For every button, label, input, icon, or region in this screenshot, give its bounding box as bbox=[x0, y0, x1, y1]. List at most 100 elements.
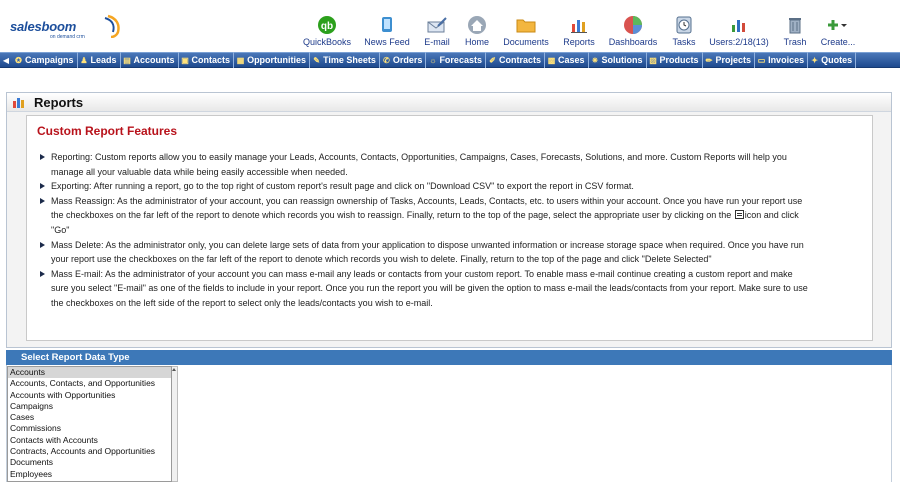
tab-products[interactable]: ▨ Products bbox=[647, 52, 703, 68]
tab-campaigns[interactable]: ✪ Campaigns bbox=[12, 52, 78, 68]
tab-accounts[interactable]: ▤ Accounts bbox=[121, 52, 179, 68]
tab-projects[interactable]: ✏ Projects bbox=[703, 52, 756, 68]
listbox-scrollbar[interactable] bbox=[172, 366, 178, 482]
documents-icon bbox=[515, 15, 537, 35]
list-item[interactable]: Cases bbox=[8, 412, 171, 423]
list-item[interactable]: Accounts bbox=[8, 367, 171, 379]
users-icon bbox=[728, 15, 750, 35]
time-sheets-icon: ✎ bbox=[313, 55, 320, 65]
trash-icon bbox=[784, 15, 806, 35]
list-item[interactable]: Campaigns bbox=[8, 401, 171, 412]
tab-campaigns-label: Campaigns bbox=[25, 55, 74, 65]
nav-home[interactable]: Home bbox=[463, 0, 491, 50]
salesboom-logo[interactable]: salesboom on demand crm bbox=[10, 12, 120, 42]
tab-opportunities[interactable]: ▦ Opportunities bbox=[234, 52, 311, 68]
tab-leads[interactable]: ♟ Leads bbox=[78, 52, 121, 68]
nav-dashboards-label: Dashboards bbox=[608, 37, 658, 47]
accounts-icon: ▤ bbox=[123, 55, 131, 65]
logo-swoosh-icon bbox=[104, 14, 120, 38]
forecasts-icon: ☼ bbox=[429, 55, 437, 65]
tab-quotes[interactable]: ✦ Quotes bbox=[808, 52, 857, 68]
feature-reporting: Reporting: Custom reports allow you to e… bbox=[39, 150, 809, 179]
nav-users-label: Users:2/18(13) bbox=[709, 37, 769, 47]
logo-tagline: on demand crm bbox=[50, 34, 85, 40]
quotes-icon: ✦ bbox=[811, 55, 818, 65]
tasks-icon bbox=[673, 15, 695, 35]
tab-leads-label: Leads bbox=[90, 55, 117, 65]
list-item[interactable]: Contacts with Accounts bbox=[8, 435, 171, 446]
tab-solutions-label: Solutions bbox=[601, 55, 643, 65]
reports-icon bbox=[568, 15, 590, 35]
tab-invoices[interactable]: ▭ Invoices bbox=[755, 52, 809, 68]
nav-tasks-label: Tasks bbox=[672, 37, 696, 47]
list-item[interactable]: Commissions bbox=[8, 423, 171, 434]
nav-reports[interactable]: Reports bbox=[563, 0, 595, 50]
nav-create-label: Create... bbox=[820, 37, 856, 47]
tab-projects-label: Projects bbox=[715, 55, 752, 65]
tab-accounts-label: Accounts bbox=[133, 55, 175, 65]
contracts-icon: ✐ bbox=[489, 55, 496, 65]
tab-time-sheets[interactable]: ✎ Time Sheets bbox=[310, 52, 380, 68]
campaigns-icon: ✪ bbox=[15, 55, 22, 65]
nav-news-feed-label: News Feed bbox=[364, 37, 410, 47]
logo-text-sales: sales bbox=[10, 19, 42, 34]
reports-header-icon bbox=[13, 98, 24, 108]
nav-trash-label: Trash bbox=[783, 37, 807, 47]
reports-panel: Reports Custom Report Features Reporting… bbox=[6, 92, 892, 348]
tab-contracts-label: Contracts bbox=[498, 55, 541, 65]
leads-icon: ♟ bbox=[80, 55, 88, 65]
nav-email[interactable]: E-mail bbox=[421, 0, 453, 50]
user-list-icon bbox=[734, 210, 744, 220]
nav-documents[interactable]: Documents bbox=[502, 0, 550, 50]
create-icon bbox=[827, 15, 849, 35]
feature-mass-reassign: Mass Reassign: As the administrator of y… bbox=[39, 194, 809, 238]
nav-quickbooks-label: QuickBooks bbox=[302, 37, 352, 47]
logo-text-boom: boom bbox=[41, 19, 77, 34]
home-icon bbox=[466, 15, 488, 35]
list-item[interactable]: Accounts with Opportunities bbox=[8, 390, 171, 401]
nav-users[interactable]: Users:2/18(13) bbox=[708, 0, 770, 50]
tabs-scroll-left-icon[interactable]: ◀ bbox=[0, 56, 12, 65]
list-item[interactable]: Contracts, Accounts and Opportunities bbox=[8, 446, 171, 457]
tab-contacts[interactable]: ▣ Contacts bbox=[179, 52, 235, 68]
nav-email-label: E-mail bbox=[424, 37, 450, 47]
report-data-type-listbox[interactable]: Accounts Accounts, Contacts, and Opportu… bbox=[7, 366, 172, 482]
nav-home-label: Home bbox=[464, 37, 489, 47]
report-data-type-header: Select Report Data Type bbox=[6, 350, 892, 365]
features-heading: Custom Report Features bbox=[37, 124, 178, 138]
nav-tasks[interactable]: Tasks bbox=[670, 0, 698, 50]
module-tab-bar: ◀ ✪ Campaigns ♟ Leads ▤ Accounts ▣ Contacts … bbox=[0, 52, 900, 68]
scroll-up-icon[interactable] bbox=[172, 368, 176, 371]
list-item[interactable]: Accounts, Contacts, and Opportunities bbox=[8, 378, 171, 389]
list-item[interactable]: Employees bbox=[8, 469, 171, 480]
nav-create[interactable]: Create... bbox=[818, 0, 858, 50]
tab-forecasts[interactable]: ☼ Forecasts bbox=[426, 52, 486, 68]
tab-products-label: Products bbox=[659, 55, 699, 65]
list-item[interactable]: Documents bbox=[8, 457, 171, 468]
tab-contracts[interactable]: ✐ Contracts bbox=[486, 52, 545, 68]
tab-orders-label: Orders bbox=[392, 55, 423, 65]
tab-quotes-label: Quotes bbox=[821, 55, 853, 65]
tab-cases[interactable]: ▩ Cases bbox=[545, 52, 589, 68]
tab-orders[interactable]: ✆ Orders bbox=[380, 52, 427, 68]
top-header: salesboom on demand crm qb QuickBooks Ne… bbox=[0, 0, 900, 52]
contacts-icon: ▣ bbox=[181, 55, 189, 65]
features-list: Reporting: Custom reports allow you to e… bbox=[39, 150, 809, 311]
tab-cases-label: Cases bbox=[557, 55, 585, 65]
nav-reports-label: Reports bbox=[563, 37, 595, 47]
nav-trash[interactable]: Trash bbox=[780, 0, 810, 50]
feature-exporting: Exporting: After running a report, go to… bbox=[39, 179, 809, 194]
reports-panel-header: Reports bbox=[7, 93, 891, 112]
nav-dashboards[interactable]: Dashboards bbox=[608, 0, 658, 50]
quickbooks-icon: qb bbox=[316, 15, 338, 35]
nav-quickbooks[interactable]: qb QuickBooks bbox=[302, 0, 352, 50]
nav-news-feed[interactable]: News Feed bbox=[361, 0, 413, 50]
custom-report-features-box: Custom Report Features Reporting: Custom… bbox=[26, 115, 873, 341]
tab-time-sheets-label: Time Sheets bbox=[323, 55, 376, 65]
news-feed-icon bbox=[376, 15, 398, 35]
feature-mass-email: Mass E-mail: As the administrator of you… bbox=[39, 267, 809, 311]
tab-solutions[interactable]: ✷ Solutions bbox=[589, 52, 647, 68]
svg-text:qb: qb bbox=[321, 21, 333, 32]
dashboards-icon bbox=[622, 15, 644, 35]
products-icon: ▨ bbox=[649, 55, 657, 65]
